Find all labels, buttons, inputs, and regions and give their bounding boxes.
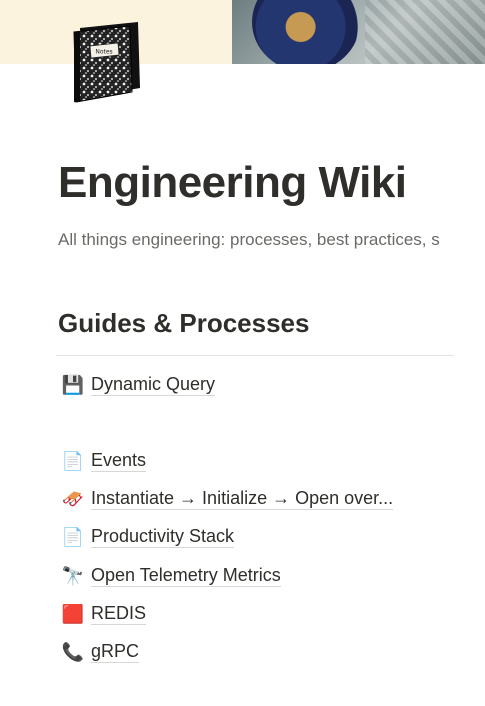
sled-icon: 🛷 (61, 488, 85, 509)
page-link-label: gRPC (91, 641, 140, 663)
page-description[interactable]: All things engineering: processes, best … (58, 230, 485, 250)
page-link-label: Productivity Stack (91, 526, 235, 548)
page-link-label: Instantiate → Initialize → Open over... (91, 488, 394, 510)
divider (56, 355, 454, 356)
mug-graphic (252, 0, 360, 64)
notebook-icon[interactable]: Notes (66, 18, 144, 104)
telephone-icon: 📞 (61, 641, 85, 662)
page-link-events[interactable]: 📄 Events (60, 447, 147, 475)
page-link-label: Events (91, 450, 147, 472)
page-link-redis[interactable]: 🟥 REDIS (60, 600, 147, 628)
page-link-grpc[interactable]: 📞 gRPC (60, 638, 140, 666)
page-link-open-telemetry[interactable]: 🔭 Open Telemetry Metrics (60, 562, 281, 590)
page-link-label: Open Telemetry Metrics (91, 565, 281, 587)
cover-photo (232, 0, 485, 64)
telescope-icon: 🔭 (61, 565, 85, 586)
page-link-instantiate[interactable]: 🛷 Instantiate → Initialize → Open over..… (60, 485, 394, 513)
floppy-disk-icon: 💾 (61, 374, 85, 395)
page-link-label: Dynamic Query (91, 374, 216, 396)
document-icon: 📄 (61, 526, 85, 547)
red-square-icon: 🟥 (61, 603, 85, 624)
page-link-label: REDIS (91, 603, 147, 625)
page-link-productivity-stack[interactable]: 📄 Productivity Stack (60, 523, 235, 551)
tile-pattern (365, 0, 485, 64)
page-title[interactable]: Engineering Wiki (58, 158, 407, 208)
document-icon: 📄 (61, 450, 85, 471)
section-heading-guides[interactable]: Guides & Processes (58, 308, 309, 339)
page-link-dynamic-query[interactable]: 💾 Dynamic Query (60, 371, 216, 399)
notebook-label: Notes (95, 49, 112, 56)
